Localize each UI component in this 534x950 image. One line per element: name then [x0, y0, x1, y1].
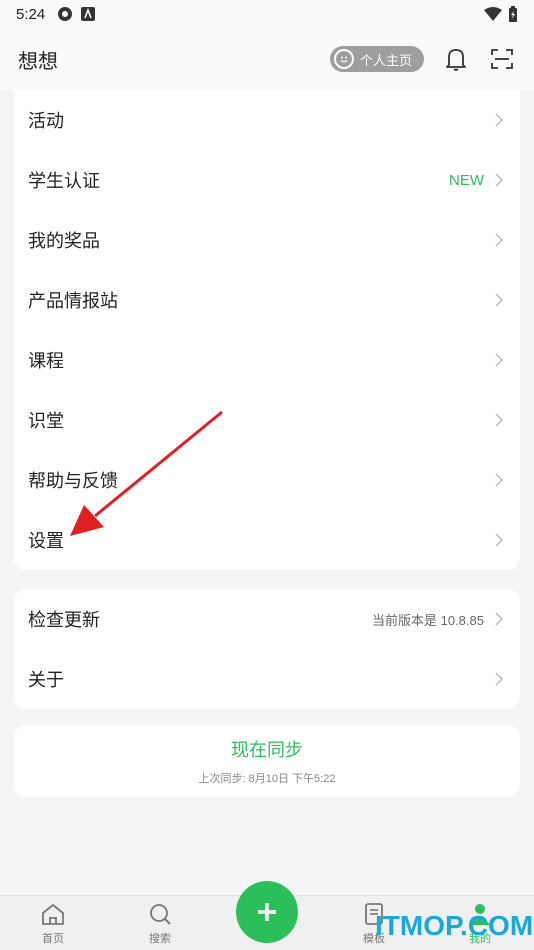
- tab-home[interactable]: 首页: [23, 902, 83, 946]
- search-icon: [150, 904, 171, 925]
- menu-item-help-feedback[interactable]: 帮助与反馈: [14, 450, 520, 510]
- chevron-right-icon: [495, 533, 504, 547]
- secondary-menu-card: 检查更新 当前版本是 10.8.85 关于: [14, 589, 520, 709]
- chevron-right-icon: [495, 293, 504, 307]
- status-gear-icon: [58, 7, 73, 21]
- profile-label: 个人主页: [359, 52, 412, 68]
- plus-icon: [258, 903, 276, 921]
- add-note-button[interactable]: [236, 881, 298, 943]
- menu-item-courses[interactable]: 课程: [14, 330, 520, 390]
- app-header: 想想 个人主页: [0, 28, 534, 90]
- status-a-icon: [81, 7, 96, 21]
- menu-item-label: 产品情报站: [28, 291, 118, 311]
- menu-item-settings[interactable]: 设置: [14, 510, 520, 570]
- notifications-button[interactable]: [442, 45, 470, 73]
- watermark: ITMOP.COM: [375, 910, 534, 941]
- smile-icon: [333, 49, 354, 69]
- menu-item-label: 识堂: [28, 411, 64, 431]
- version-text: 当前版本是 10.8.85: [372, 612, 484, 628]
- last-sync-text: 上次同步: 8月10日 下午5:22: [198, 773, 336, 785]
- chevron-right-icon: [495, 353, 504, 367]
- menu-item-prizes[interactable]: 我的奖品: [14, 210, 520, 270]
- battery-icon: [509, 6, 517, 22]
- bell-icon: [446, 49, 466, 71]
- home-icon: [42, 904, 64, 925]
- menu-item-label: 活动: [28, 111, 64, 131]
- chevron-right-icon: [495, 233, 504, 247]
- menu-item-label: 检查更新: [28, 610, 100, 630]
- sync-now-button[interactable]: 现在同步: [231, 736, 303, 762]
- menu-item-shitang[interactable]: 识堂: [14, 390, 520, 450]
- main-menu-card: 活动 学生认证 NEW 我的奖品 产品情报站 课程 识堂 帮助与反馈 设置: [14, 90, 520, 570]
- menu-item-label: 关于: [28, 670, 64, 690]
- chevron-right-icon: [495, 473, 504, 487]
- status-time: 5:24: [16, 5, 46, 23]
- chevron-right-icon: [495, 173, 504, 187]
- scan-icon: [491, 49, 513, 69]
- tab-home-label: 首页: [42, 933, 64, 945]
- chevron-right-icon: [495, 612, 504, 626]
- chevron-right-icon: [495, 672, 504, 686]
- wifi-icon: [484, 7, 502, 21]
- chevron-right-icon: [495, 413, 504, 427]
- page-title: 想想: [18, 50, 58, 73]
- tab-search[interactable]: 搜索: [130, 902, 190, 946]
- menu-item-label: 帮助与反馈: [28, 471, 118, 491]
- scan-button[interactable]: [488, 45, 516, 73]
- menu-item-activity[interactable]: 活动: [14, 90, 520, 150]
- sync-card: 现在同步 上次同步: 8月10日 下午5:22: [14, 725, 520, 797]
- new-badge: NEW: [449, 171, 484, 189]
- chevron-right-icon: [495, 113, 504, 127]
- menu-item-label: 学生认证: [28, 171, 100, 191]
- profile-button[interactable]: 个人主页: [329, 46, 424, 72]
- tab-search-label: 搜索: [149, 933, 171, 945]
- menu-item-product-intel[interactable]: 产品情报站: [14, 270, 520, 330]
- menu-item-label: 设置: [28, 531, 64, 551]
- menu-item-about[interactable]: 关于: [14, 649, 520, 709]
- menu-item-student-verify[interactable]: 学生认证 NEW: [14, 150, 520, 210]
- menu-item-label: 我的奖品: [28, 231, 100, 251]
- menu-item-label: 课程: [28, 351, 64, 371]
- status-bar: 5:24: [0, 0, 534, 28]
- menu-item-check-update[interactable]: 检查更新 当前版本是 10.8.85: [14, 589, 520, 649]
